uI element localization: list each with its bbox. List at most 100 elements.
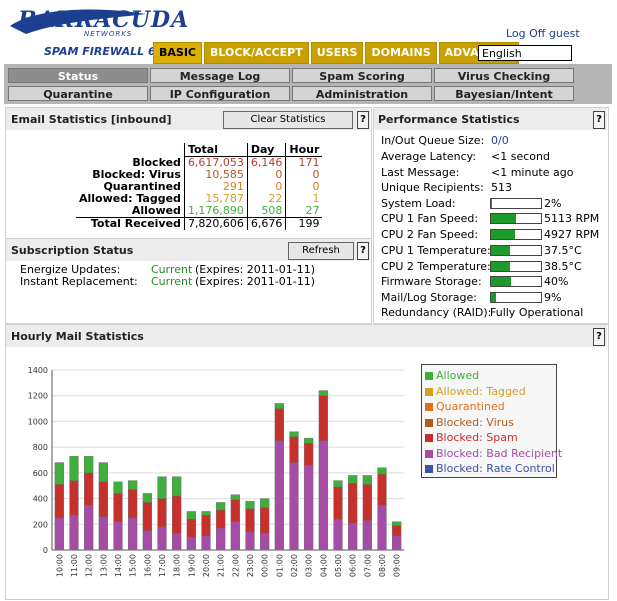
raid-value: Fully Operational (490, 306, 584, 319)
bar-segment (333, 486, 343, 520)
legend-swatch (425, 387, 433, 396)
y-tick-label: 600 (33, 469, 48, 478)
legend-item: Quarantined (425, 400, 505, 413)
cpu1-fan-label: CPU 1 Fan Speed: (381, 212, 479, 225)
bar-segment (201, 515, 211, 537)
subtab-administration[interactable]: Administration (292, 86, 432, 101)
email-stats-help-icon[interactable]: ? (357, 111, 369, 129)
bar-segment (362, 520, 372, 551)
bar-segment (172, 495, 182, 534)
subtab-virus-checking[interactable]: Virus Checking (434, 68, 574, 83)
raid-label: Redundancy (RAID): (381, 306, 492, 319)
bar-segment (348, 482, 358, 524)
legend-label: Allowed: Tagged (436, 384, 526, 398)
hourly-mail-chart: 0 200 400 600 800 1000 1200 1400 10:00 11:00 12:00… (28, 366, 404, 577)
queue-out: 0 (501, 134, 509, 147)
legend-swatch (425, 449, 433, 458)
legend-label: Blocked: Virus (436, 415, 514, 429)
bar-segment (98, 462, 108, 483)
y-tick-label: 1200 (28, 392, 48, 401)
logoff-link[interactable]: Log Off guest (506, 27, 580, 40)
performance-help-icon[interactable]: ? (593, 111, 605, 129)
firmware-storage-label: Firmware Storage: (381, 275, 482, 288)
cell-day: 6,676 (247, 217, 287, 230)
instant-replacement-label: Instant Replacement: (20, 275, 138, 288)
bar-segment (54, 484, 64, 519)
tab-users[interactable]: USERS (310, 42, 364, 64)
latency-value: <1 second (491, 150, 550, 163)
bar-segment (289, 436, 299, 463)
bar-segment (69, 455, 79, 481)
product-name: SPAM FIREWALL 600 (44, 45, 171, 58)
bar-segment (348, 522, 358, 551)
bar-segment (186, 511, 196, 520)
y-tick-label: 200 (33, 520, 48, 529)
x-tick-label: 03:00 (305, 554, 314, 577)
language-select[interactable]: English (478, 45, 572, 61)
subscription-title: Subscription Status (11, 244, 134, 257)
tab-block-accept[interactable]: BLOCK/ACCEPT (204, 42, 309, 64)
subtab-bayesian-intent[interactable]: Bayesian/Intent (434, 86, 574, 101)
legend-item: Blocked: Spam (425, 431, 518, 444)
bar-fill (491, 293, 496, 302)
bar-segment (157, 526, 167, 551)
x-tick-label: 11:00 (70, 554, 79, 577)
y-tick-label: 1000 (28, 417, 48, 426)
bar-segment (333, 480, 343, 488)
x-tick-label: 14:00 (114, 554, 123, 577)
logo-subtext: NETWORKS (84, 30, 133, 38)
sub-tabs: Status Message Log Spam Scoring Virus Ch… (4, 64, 612, 104)
hourly-help-icon[interactable]: ? (593, 328, 605, 346)
chart-legend: Allowed Allowed: Tagged Quarantined Blocked… (421, 364, 562, 478)
bar-segment (230, 499, 240, 522)
col-day: Day (247, 143, 287, 157)
bar-segment (304, 443, 314, 466)
subtab-status[interactable]: Status (8, 68, 148, 83)
bar-segment (230, 494, 240, 501)
bar-segment (274, 403, 284, 409)
queue-size-label: In/Out Queue Size: (381, 134, 485, 147)
subtab-message-log[interactable]: Message Log (150, 68, 290, 83)
refresh-button[interactable]: Refresh (288, 242, 354, 260)
bar-fill (491, 262, 510, 271)
subtab-ip-configuration[interactable]: IP Configuration (150, 86, 290, 101)
bar-segment (377, 467, 387, 475)
bar-segment (98, 481, 108, 517)
cpu2-temp-value: 38.5°C (544, 260, 582, 273)
firmware-storage-value: 40% (544, 275, 569, 288)
legend-label: Blocked: Spam (436, 431, 518, 444)
x-tick-label: 21:00 (217, 554, 226, 577)
subtab-quarantine[interactable]: Quarantine (8, 86, 148, 101)
performance-title: Performance Statistics (378, 113, 520, 126)
table-row: Allowed 1,176,890 508 27 (76, 205, 322, 218)
cpu1-temp-bar (490, 245, 542, 256)
x-tick-label: 19:00 (187, 554, 196, 577)
tab-basic[interactable]: BASIC (153, 42, 202, 64)
bar-segment (318, 440, 328, 551)
main-tabs: BASIC BLOCK/ACCEPT USERS DOMAINS ADVANCE… (153, 42, 521, 64)
x-tick-label: 12:00 (85, 554, 94, 577)
bar-segment (362, 484, 372, 521)
clear-statistics-button[interactable]: Clear Statistics (223, 111, 353, 129)
bar-segment (142, 530, 152, 551)
subscription-help-icon[interactable]: ? (357, 242, 369, 260)
legend-swatch (425, 434, 433, 442)
bar-segment (260, 533, 270, 551)
bar-segment (113, 493, 123, 522)
legend-swatch (425, 418, 433, 427)
x-tick-label: 09:00 (393, 554, 402, 577)
tab-domains[interactable]: DOMAINS (365, 42, 437, 64)
x-tick-label: 17:00 (158, 554, 167, 577)
unique-recipients-value: 513 (491, 181, 512, 194)
subtab-spam-scoring[interactable]: Spam Scoring (292, 68, 432, 83)
bar-fill (491, 246, 510, 255)
legend-swatch (425, 403, 433, 411)
x-tick-label: 04:00 (319, 554, 328, 577)
bar-segment (142, 502, 152, 531)
cell-total: 7,820,606 (184, 217, 248, 230)
bar-segment (318, 390, 328, 396)
row-label: Allowed (76, 205, 185, 218)
latency-label: Average Latency: (381, 150, 477, 163)
legend-swatch (425, 465, 433, 473)
legend-label: Blocked: Rate Control (436, 462, 555, 475)
